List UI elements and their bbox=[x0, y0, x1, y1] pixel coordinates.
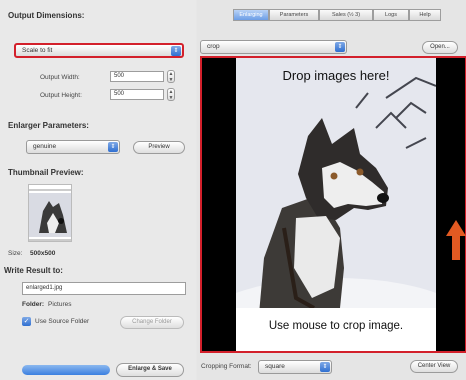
thumbnail-size-label: Size: bbox=[8, 250, 23, 257]
enlarger-parameters-header: Enlarger Parameters: bbox=[8, 121, 89, 130]
tab-bar: Enlarging Parameters Sales (½ 3) Logs He… bbox=[233, 9, 465, 21]
tab-sales[interactable]: Sales (½ 3) bbox=[319, 9, 373, 21]
output-dimensions-header: Output Dimensions: bbox=[8, 11, 85, 20]
folder-value: Pictures bbox=[48, 301, 72, 308]
change-folder-button[interactable]: Change Folder bbox=[120, 316, 184, 329]
output-width-label: Output Width: bbox=[40, 74, 80, 81]
tab-enlarging[interactable]: Enlarging bbox=[233, 9, 269, 21]
enlarger-method-value: genuine bbox=[33, 143, 57, 150]
folder-label: Folder: bbox=[22, 301, 45, 308]
center-view-button[interactable]: Center View bbox=[410, 360, 458, 373]
output-filename-field[interactable]: enlarged1.jpg bbox=[22, 282, 186, 295]
write-result-header: Write Result to: bbox=[4, 266, 63, 275]
drop-images-text: Drop images here! bbox=[282, 68, 390, 83]
use-source-folder-label: Use Source Folder bbox=[35, 318, 90, 325]
output-height-field[interactable]: 500 bbox=[110, 89, 164, 100]
cropping-format-label: Cropping Format: bbox=[201, 363, 252, 370]
output-height-stepper[interactable]: ▲ ▼ bbox=[167, 88, 175, 101]
source-select[interactable]: crop ⇕ bbox=[200, 40, 347, 54]
tab-parameters[interactable]: Parameters bbox=[269, 9, 319, 21]
tab-help[interactable]: Help bbox=[409, 9, 441, 21]
output-width-stepper[interactable]: ▲ ▼ bbox=[167, 70, 175, 83]
popup-arrows-icon: ⇕ bbox=[320, 362, 330, 372]
popup-arrows-icon: ⇕ bbox=[108, 142, 118, 152]
enlarger-method-select[interactable]: genuine ⇕ bbox=[26, 140, 120, 154]
progress-bar bbox=[22, 365, 110, 375]
thumbnail-image bbox=[28, 184, 72, 242]
use-source-folder-checkbox[interactable]: ✓ bbox=[22, 317, 31, 326]
tab-logs[interactable]: Logs bbox=[373, 9, 409, 21]
output-width-field[interactable]: 500 bbox=[110, 71, 164, 82]
output-mode-select[interactable]: Scale to fit ⇕ bbox=[14, 43, 184, 58]
thumbnail-size-value: 500x500 bbox=[30, 250, 56, 257]
enlarge-save-button[interactable]: Enlarge & Save bbox=[116, 363, 184, 377]
source-select-value: crop bbox=[207, 43, 220, 50]
arrow-indicator-icon bbox=[446, 220, 466, 260]
output-height-label: Output Height: bbox=[40, 92, 82, 99]
popup-arrows-icon: ⇕ bbox=[335, 42, 345, 52]
crop-instruction-text: Use mouse to crop image. bbox=[268, 320, 404, 332]
thumbnail-dog-image bbox=[29, 193, 71, 237]
output-mode-value: Scale to fit bbox=[22, 47, 53, 54]
preview-button[interactable]: Preview bbox=[133, 141, 185, 154]
cropping-format-value: square bbox=[265, 363, 285, 370]
popup-arrows-icon: ⇕ bbox=[171, 46, 181, 56]
open-button[interactable]: Open... bbox=[422, 41, 458, 54]
thumbnail-preview-header: Thumbnail Preview: bbox=[8, 168, 84, 177]
cropping-format-select[interactable]: square ⇕ bbox=[258, 360, 332, 374]
